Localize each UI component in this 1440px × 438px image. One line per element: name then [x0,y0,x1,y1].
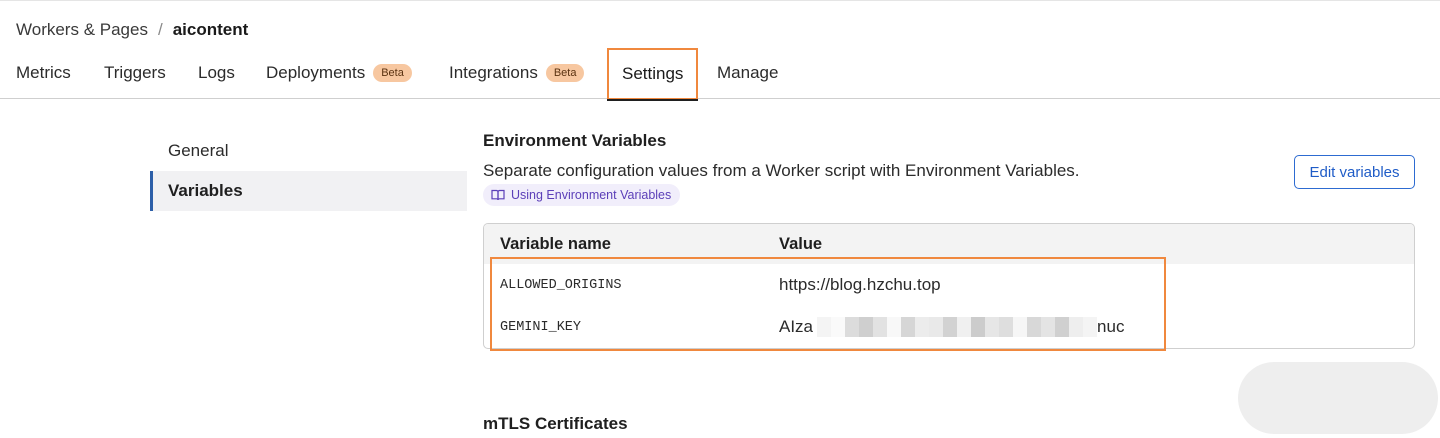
breadcrumb-parent-link[interactable]: Workers & Pages [16,20,148,40]
env-vars-table: Variable name Value ALLOWED_ORIGINS http… [483,223,1415,349]
variable-value: AIza nuc [779,317,1124,337]
variable-name: ALLOWED_ORIGINS [500,278,622,293]
edit-variables-button[interactable]: Edit variables [1294,155,1415,189]
tab-metrics[interactable]: Metrics [16,48,71,98]
sidebar-item-label: General [168,141,229,160]
breadcrumb-current: aicontent [172,20,249,39]
tab-label: Triggers [104,63,166,82]
settings-sidebar: General Variables [150,131,467,211]
book-icon [491,189,505,201]
breadcrumb-separator: / [157,20,163,39]
beta-badge: Beta [545,64,585,82]
section-description: Separate configuration values from a Wor… [483,161,1080,180]
section-title-mtls: mTLS Certificates [483,414,628,433]
tab-logs[interactable]: Logs [198,48,235,98]
tab-label: Metrics [16,63,71,82]
sidebar-item-general[interactable]: General [150,131,467,171]
top-divider [0,0,1440,1]
breadcrumb: Workers & Pages / aicontent [16,20,248,40]
tab-label: Integrations [449,63,538,82]
sidebar-item-label: Variables [168,181,243,200]
table-row: GEMINI_KEY AIza nuc [484,306,1414,348]
redacted-mosaic [817,317,1098,337]
beta-badge: Beta [373,64,412,82]
tab-label: Settings [622,64,684,83]
table-header: Variable name Value [484,224,1414,264]
tab-label: Manage [717,63,779,82]
variable-value: https://blog.hzchu.top [779,275,941,294]
tab-integrations[interactable]: Integrations Beta [449,48,585,98]
tab-settings[interactable]: Settings [607,48,699,101]
tab-triggers[interactable]: Triggers [104,48,166,98]
sidebar-item-variables[interactable]: Variables [150,171,467,211]
tab-manage[interactable]: Manage [717,48,778,98]
column-header-value: Value [779,235,823,253]
tab-label: Logs [198,63,235,82]
value-suffix: nuc [1097,317,1125,336]
section-title-env-vars: Environment Variables [483,131,667,150]
tab-deployments[interactable]: Deployments Beta [266,48,412,98]
docs-link[interactable]: Using Environment Variables [483,184,681,206]
column-header-name: Variable name [500,235,611,253]
tab-bar: Metrics Triggers Logs Deployments Beta I… [0,48,1440,101]
tab-label: Deployments [266,63,366,82]
table-row: ALLOWED_ORIGINS https://blog.hzchu.top [484,264,1414,306]
docs-link-label: Using Environment Variables [511,188,672,202]
watermark-logo [1238,362,1438,434]
value-prefix: AIza [779,317,814,336]
variable-name: GEMINI_KEY [500,320,582,335]
